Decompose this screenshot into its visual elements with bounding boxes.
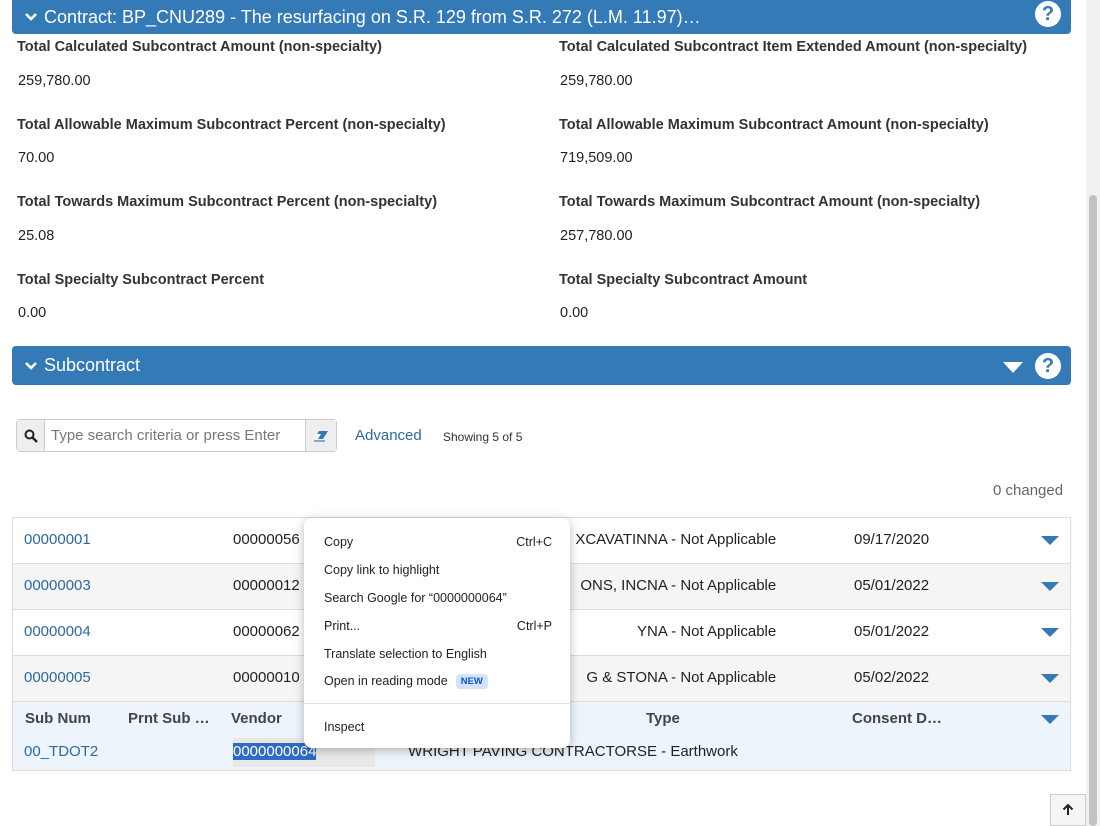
spec-pct-label: Total Specialty Subcontract Percent [17,272,265,288]
calc-amount-label: Total Calculated Subcontract Amount (non… [17,39,382,55]
allow-pct-label: Total Allowable Maximum Subcontract Perc… [17,117,446,133]
vendor-cell: 00000062 [233,623,300,640]
search-box [16,419,337,452]
help-icon[interactable]: ? [1035,1,1061,27]
calc-amount-value: 259,780.00 [18,73,91,89]
calc-item-value: 259,780.00 [560,73,633,89]
column-header-type[interactable]: Type [646,710,680,727]
menu-item-copy-link[interactable]: Copy link to highlight [324,563,439,577]
arrow-up-icon [1062,804,1074,815]
scrollbar-thumb[interactable] [1089,195,1097,826]
spec-amt-label: Total Specialty Subcontract Amount [559,272,808,288]
chevron-down-icon [25,361,37,370]
vendor-cell: 00000012 [233,577,300,594]
column-header-sub-num[interactable]: Sub Num [25,710,91,727]
column-header-prnt-sub[interactable]: Prnt Sub … [128,710,210,727]
menu-item-print-label: Print... [324,619,361,633]
subcontract-title: Subcontract [44,355,141,375]
new-badge: NEW [455,674,488,689]
contract-title: Contract: BP_CNU289 - The resurfacing on… [44,6,701,27]
column-header-vendor[interactable]: Vendor [231,710,282,727]
menu-item-reading-mode-label: Open in reading mode [324,674,448,688]
advanced-search-link[interactable]: Advanced [355,427,422,444]
vendor-cell: 00000010 [233,669,300,686]
menu-item-copy-label: Copy [324,535,354,549]
column-header-consent-date[interactable]: Consent D… [852,710,942,727]
page-scrollbar[interactable] [1086,0,1100,826]
toward-pct-label: Total Towards Maximum Subcontract Percen… [17,194,438,210]
vendor-cell: 00000056 [233,531,300,548]
row-collapse-icon[interactable] [1041,715,1059,724]
consent-date-cell: 05/01/2022 [854,623,930,640]
type-cell: NA - Not Applicable [647,577,777,594]
eraser-icon[interactable] [305,420,336,451]
copy-shortcut: Ctrl+C [516,535,552,549]
row-expand-icon[interactable] [1041,536,1059,545]
sub-num-link[interactable]: 00000005 [24,669,91,686]
sub-num-link[interactable]: 00_TDOT2 [24,743,98,760]
back-to-top-button[interactable] [1050,794,1086,826]
context-menu: Copy Ctrl+C Copy link to highlight Searc… [304,518,570,748]
vendor-selected-text[interactable]: 0000000064 [233,743,317,760]
selection-highlight: 0000000064 [233,743,317,760]
sub-num-link[interactable]: 00000003 [24,577,91,594]
print-shortcut: Ctrl+P [516,619,552,633]
help-icon[interactable]: ? [1035,353,1061,379]
consent-date-cell: 05/01/2022 [854,577,930,594]
menu-item-copy[interactable]: Copy Ctrl+C [324,535,552,549]
menu-divider [304,703,570,704]
menu-item-translate[interactable]: Translate selection to English [324,647,487,661]
record-count: Showing 5 of 5 [443,430,523,444]
toward-amt-value: 257,780.00 [560,228,633,244]
subcontract-panel-header[interactable]: Subcontract ? [12,346,1071,385]
sub-num-link[interactable]: 00000001 [24,531,91,548]
menu-item-search-google[interactable]: Search Google for “0000000064” [324,591,507,605]
row-expand-icon[interactable] [1041,628,1059,637]
chevron-down-icon [25,13,37,21]
allow-pct-value: 70.00 [18,150,55,166]
search-input[interactable] [45,420,305,451]
row-expand-icon[interactable] [1041,582,1059,591]
spec-pct-value: 0.00 [18,305,47,321]
contract-panel-header[interactable]: Contract: BP_CNU289 - The resurfacing on… [12,0,1071,34]
toward-pct-value: 25.08 [18,228,55,244]
type-cell: E - Earthwork [647,743,738,760]
caret-down-icon[interactable] [1003,362,1023,373]
toward-amt-label: Total Towards Maximum Subcontract Amount… [559,194,981,210]
spec-amt-value: 0.00 [560,305,589,321]
type-cell: NA - Not Applicable [647,531,777,548]
row-expand-icon[interactable] [1041,674,1059,683]
consent-date-cell: 09/17/2020 [854,531,930,548]
menu-item-reading-mode[interactable]: Open in reading mode NEW [324,674,488,689]
consent-date-cell: 05/02/2022 [854,669,930,686]
type-cell: NA - Not Applicable [647,623,777,640]
menu-item-inspect[interactable]: Inspect [324,720,364,734]
type-cell: NA - Not Applicable [647,669,777,686]
sub-num-link[interactable]: 00000004 [24,623,91,640]
allow-amt-value: 719,509.00 [560,150,633,166]
changed-count: 0 changed [993,482,1064,499]
allow-amt-label: Total Allowable Maximum Subcontract Amou… [559,117,989,133]
search-icon[interactable] [17,420,45,451]
calc-item-label: Total Calculated Subcontract Item Extend… [559,39,1028,55]
menu-item-print[interactable]: Print... Ctrl+P [324,619,552,633]
